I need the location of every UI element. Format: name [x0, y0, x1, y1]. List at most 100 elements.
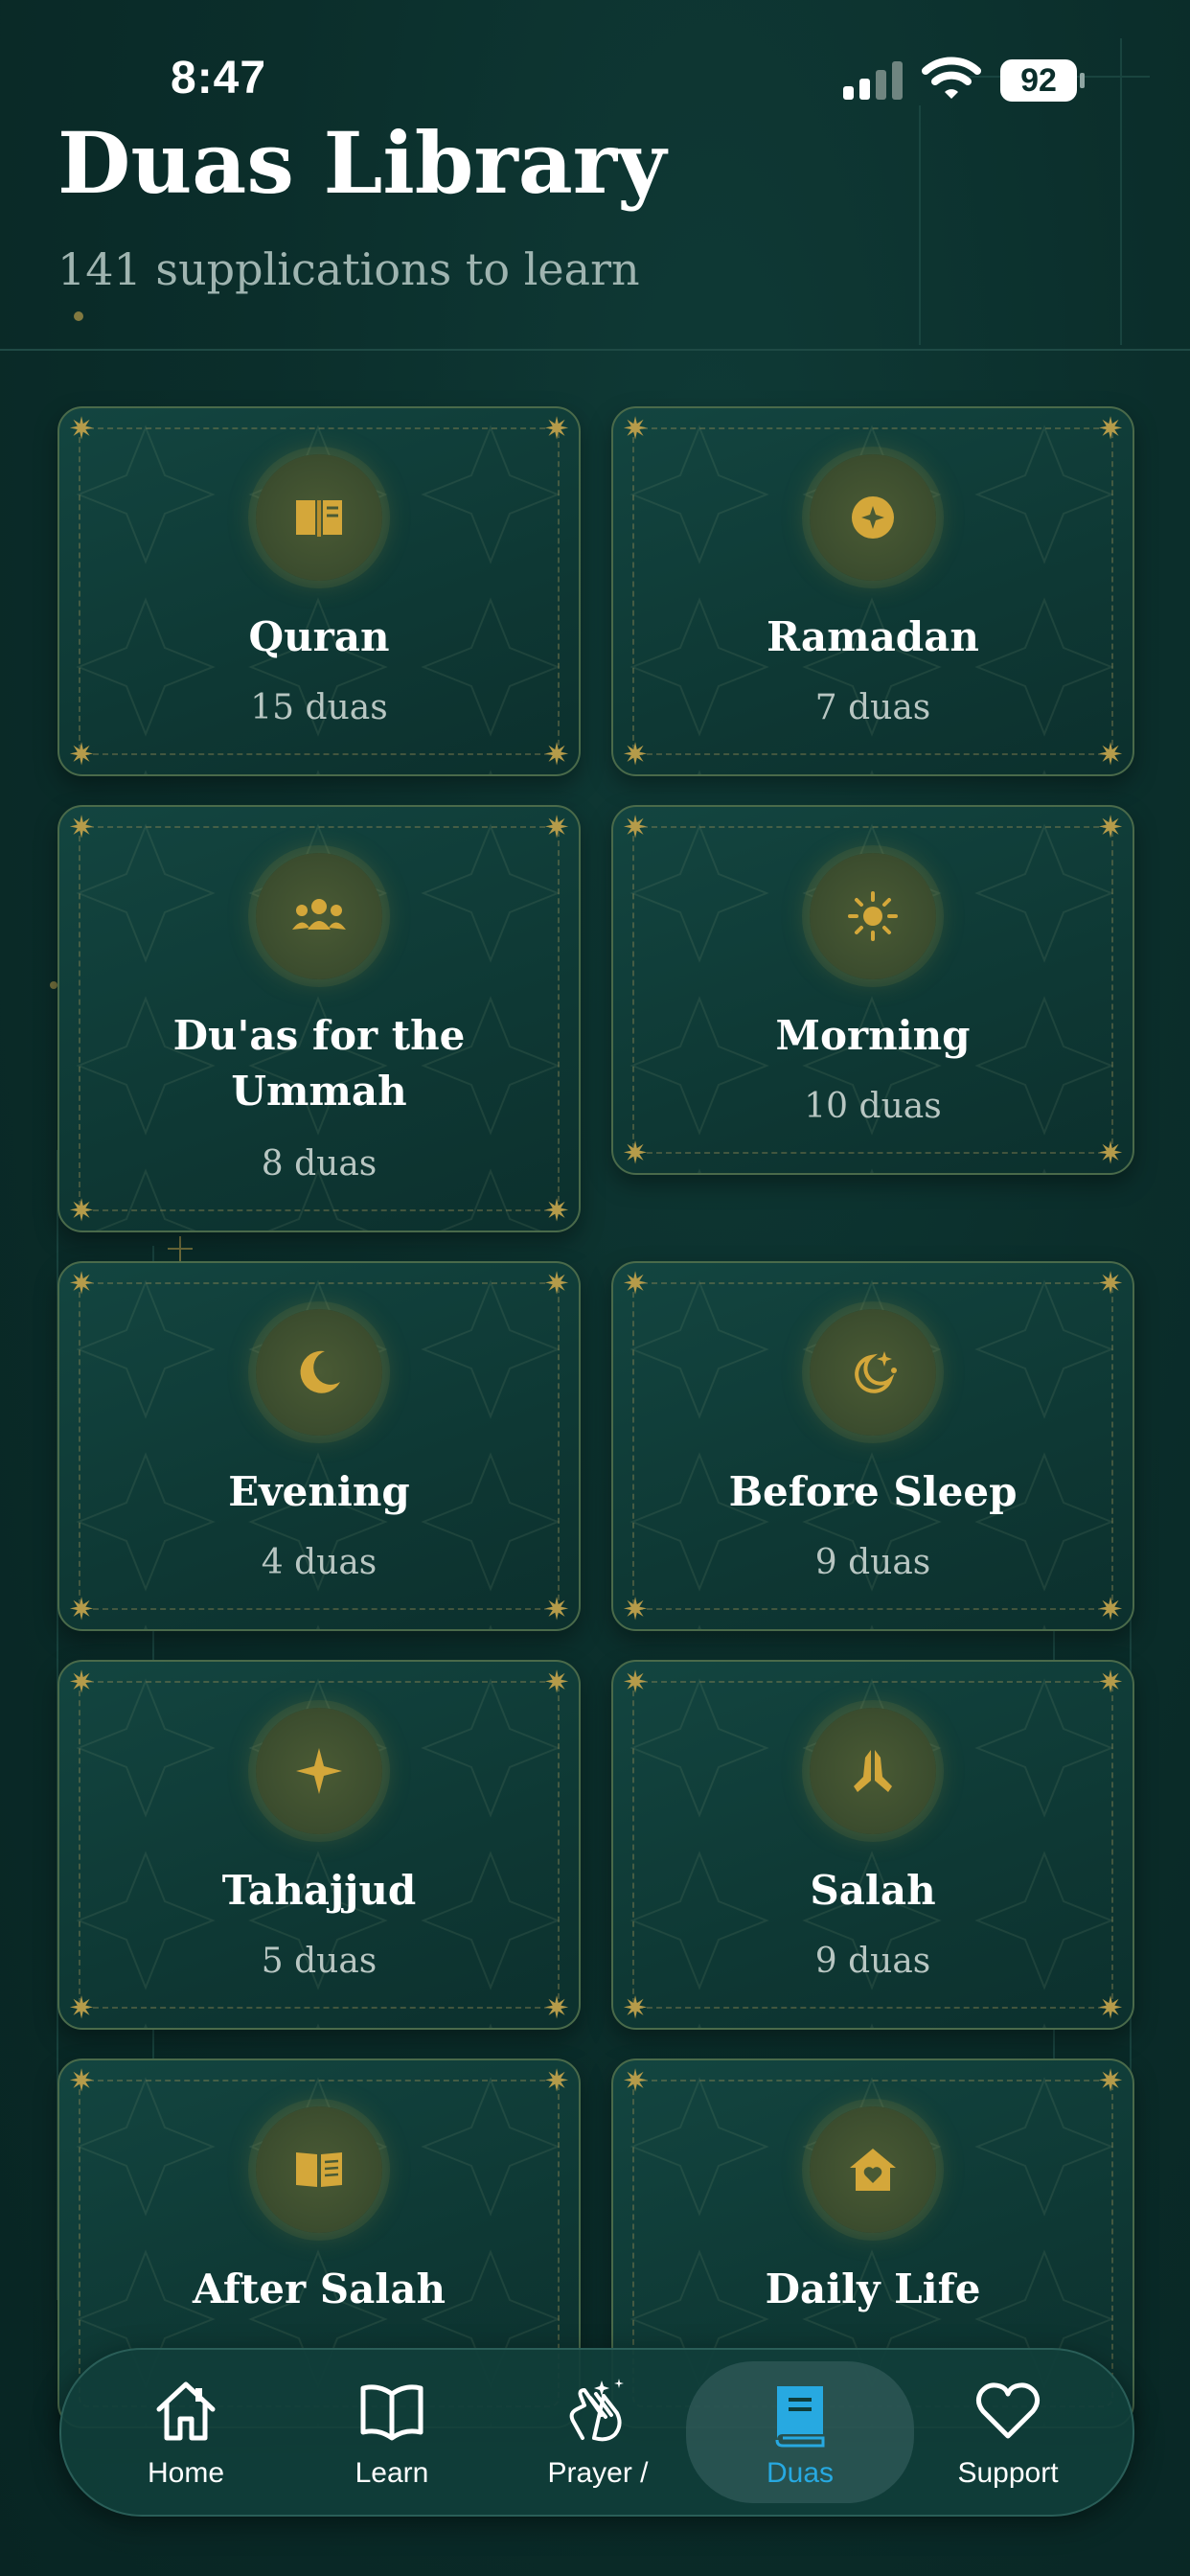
category-title: Ramadan: [767, 613, 979, 660]
category-card-evening[interactable]: ✷ ✷ ✷ ✷ Evening 4 duas: [57, 1261, 581, 1631]
corner-star-icon: ✷: [1097, 411, 1124, 446]
corner-star-icon: ✷: [68, 810, 95, 844]
category-icon-badge: [256, 853, 382, 979]
corner-star-icon: ✷: [543, 1592, 570, 1626]
open-book-icon: [296, 2152, 342, 2187]
corner-star-icon: ✷: [543, 2063, 570, 2098]
category-icon-badge: [256, 454, 382, 581]
corner-star-icon: ✷: [1097, 737, 1124, 771]
corner-star-icon: ✷: [622, 1266, 649, 1300]
category-count: 10 duas: [804, 1087, 942, 1126]
category-title-line-2: Ummah: [231, 1068, 407, 1115]
tab-label: Prayer /: [547, 2457, 649, 2489]
corner-star-icon: ✷: [1097, 810, 1124, 844]
sun-icon: [848, 891, 898, 941]
category-count: 9 duas: [814, 1543, 931, 1582]
clapping-hands-icon: [569, 2379, 624, 2442]
corner-star-icon: ✷: [543, 1193, 570, 1228]
category-count: 5 duas: [261, 1942, 378, 1981]
category-card-morning[interactable]: ✷ ✷ ✷ ✷ Morning 10 duas: [611, 805, 1134, 1175]
corner-star-icon: ✷: [68, 737, 95, 771]
corner-star-icon: ✷: [543, 737, 570, 771]
header: Duas Library 141 supplications to learn: [0, 0, 1190, 351]
category-count: 7 duas: [814, 688, 931, 727]
category-title: After Salah: [192, 2266, 446, 2312]
corner-star-icon: ✷: [1097, 1266, 1124, 1300]
category-icon-badge: [256, 1309, 382, 1436]
category-title-line-1: Du'as for the: [172, 1012, 466, 1059]
category-count: 15 duas: [250, 688, 388, 727]
category-title: Evening: [228, 1468, 410, 1515]
heart-icon: [975, 2382, 1041, 2439]
tab-bar: Home Learn Prayer / Duas Support: [59, 2348, 1134, 2517]
corner-star-icon: ✷: [543, 1266, 570, 1300]
corner-star-icon: ✷: [68, 1665, 95, 1699]
category-icon-badge: [810, 2106, 936, 2233]
corner-star-icon: ✷: [622, 1136, 649, 1170]
open-book-icon: [360, 2384, 423, 2441]
category-title: Before Sleep: [728, 1468, 1018, 1515]
tab-learn[interactable]: Learn: [296, 2350, 488, 2515]
category-card-tahajjud[interactable]: ✷ ✷ ✷ ✷ Tahajjud 5 duas: [57, 1660, 581, 2030]
corner-star-icon: ✷: [1097, 1136, 1124, 1170]
category-count: 4 duas: [261, 1543, 378, 1582]
tab-support[interactable]: Support: [912, 2350, 1104, 2515]
category-title: Morning: [775, 1012, 971, 1059]
category-card-ummah[interactable]: ✷ ✷ ✷ ✷ Du'as for the Ummah 8 duas: [57, 805, 581, 1232]
moon-icon: [300, 1350, 340, 1393]
category-title: Daily Life: [765, 2266, 981, 2312]
tab-prayer[interactable]: Prayer /: [502, 2350, 694, 2515]
home-heart-icon: [850, 2149, 896, 2191]
praying-hands-icon: [854, 1750, 892, 1792]
corner-star-icon: ✷: [1097, 1592, 1124, 1626]
category-title: Tahajjud: [221, 1867, 417, 1914]
corner-star-icon: ✷: [543, 1990, 570, 2025]
tab-label: Home: [147, 2457, 225, 2489]
corner-star-icon: ✷: [68, 2063, 95, 2098]
corner-star-icon: ✷: [622, 1990, 649, 2025]
page-subtitle: 141 supplications to learn: [57, 243, 640, 295]
corner-star-icon: ✷: [1097, 2063, 1124, 2098]
category-card-salah[interactable]: ✷ ✷ ✷ ✷ Salah 9 duas: [611, 1660, 1134, 2030]
category-icon-badge: [810, 1708, 936, 1834]
corner-star-icon: ✷: [68, 1990, 95, 2025]
corner-star-icon: ✷: [622, 1665, 649, 1699]
category-icon-badge: [256, 1708, 382, 1834]
category-icon-badge: [810, 1309, 936, 1436]
category-card-quran[interactable]: ✷ ✷ ✷ ✷ Quran 15 duas: [57, 406, 581, 776]
star-icon: [296, 1748, 342, 1794]
corner-star-icon: ✷: [622, 2063, 649, 2098]
category-icon-badge: [810, 853, 936, 979]
category-count: 9 duas: [814, 1942, 931, 1981]
corner-star-icon: ✷: [68, 1193, 95, 1228]
corner-star-icon: ✷: [622, 737, 649, 771]
tab-home[interactable]: Home: [90, 2350, 282, 2515]
home-icon: [156, 2381, 216, 2441]
category-title: Quran: [248, 613, 390, 660]
corner-star-icon: ✷: [68, 411, 95, 446]
tab-label: Learn: [355, 2457, 429, 2489]
category-count: 8 duas: [261, 1144, 378, 1184]
category-icon-badge: [256, 2106, 382, 2233]
corner-star-icon: ✷: [543, 1665, 570, 1699]
corner-star-icon: ✷: [543, 411, 570, 446]
corner-star-icon: ✷: [622, 411, 649, 446]
category-icon-badge: [810, 454, 936, 581]
group-icon: [292, 899, 346, 930]
moon-stars-icon: [855, 1351, 897, 1393]
corner-star-icon: ✷: [622, 1592, 649, 1626]
book-icon: [775, 2386, 825, 2448]
tab-duas[interactable]: Duas: [686, 2361, 914, 2503]
tab-label: Support: [957, 2457, 1059, 2489]
category-card-before-sleep[interactable]: ✷ ✷ ✷ ✷ Before Sleep 9 duas: [611, 1261, 1134, 1631]
category-card-ramadan[interactable]: ✷ ✷ ✷ ✷ Ramadan 7 duas: [611, 406, 1134, 776]
corner-star-icon: ✷: [68, 1592, 95, 1626]
page-title: Duas Library: [57, 113, 667, 213]
corner-star-icon: ✷: [1097, 1990, 1124, 2025]
corner-star-icon: ✷: [1097, 1665, 1124, 1699]
tab-label: Duas: [766, 2457, 835, 2489]
book-icon: [296, 500, 342, 537]
corner-star-icon: ✷: [622, 810, 649, 844]
corner-star-icon: ✷: [68, 1266, 95, 1300]
category-title: Salah: [810, 1867, 936, 1914]
